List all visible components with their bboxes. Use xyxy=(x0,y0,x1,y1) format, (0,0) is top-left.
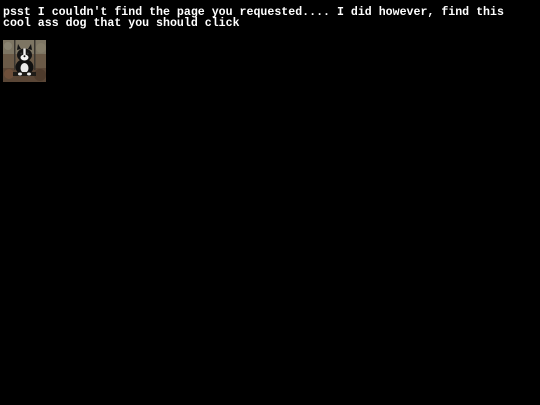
error-page: psst I couldn't find the page you reques… xyxy=(0,0,540,405)
not-found-message: psst I couldn't find the page you reques… xyxy=(3,6,504,30)
dog-photo-link[interactable] xyxy=(3,40,46,82)
dog-photo-icon xyxy=(3,40,46,82)
